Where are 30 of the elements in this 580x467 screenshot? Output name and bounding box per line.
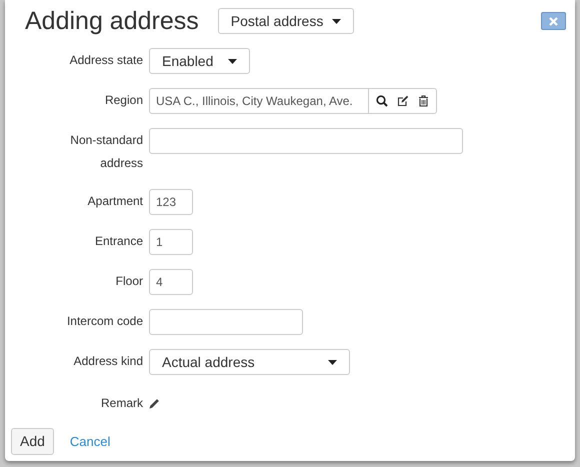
select-dropdown[interactable]: Actual address [149,349,350,375]
text-field[interactable]: 1 [149,229,193,255]
field-label: Floor [114,273,143,290]
field-label: Entrance [94,233,143,250]
field-label: Intercom code [66,313,143,330]
field-label: Region [104,92,143,109]
trash-icon[interactable] [418,95,429,107]
caret-icon [328,360,337,364]
select-dropdown[interactable]: Enabled [149,48,250,74]
text-field[interactable] [149,128,463,154]
close-button[interactable] [541,12,566,30]
text-field[interactable]: 123 [149,189,193,215]
pencil-icon[interactable] [149,398,160,409]
field-label: Address kind [72,353,143,370]
field-label: Remark [100,395,143,412]
field-label: Non-standard address [69,132,143,172]
caret-icon [332,18,341,24]
text-field[interactable] [149,309,303,335]
add-button[interactable]: Add [11,428,54,455]
close-icon [549,16,558,26]
caret-icon [228,58,237,64]
text-field[interactable]: 4 [149,269,193,295]
address-type-dropdown[interactable]: Postal address [218,8,354,34]
field-label: Apartment [86,193,143,210]
field-label: Address state [68,52,143,69]
search-icon[interactable] [376,95,388,107]
region-field[interactable]: USA C., Illinois, City Waukegan, Ave. [149,88,369,114]
cancel-link[interactable]: Cancel [70,432,110,452]
dialog-title: Adding address [25,8,199,34]
edit-icon[interactable] [397,95,409,107]
